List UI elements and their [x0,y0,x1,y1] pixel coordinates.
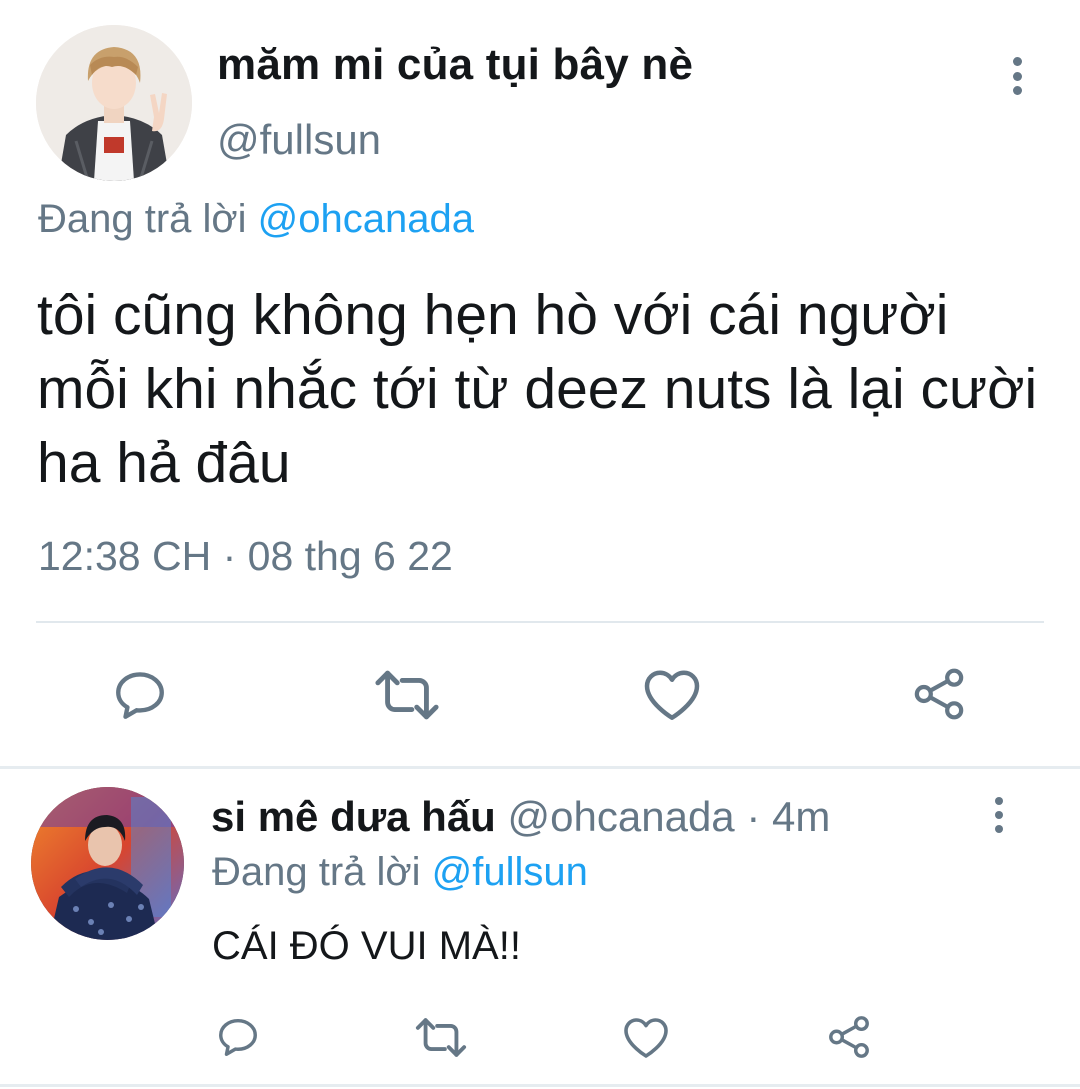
user-handle[interactable]: @fullsun [217,116,381,164]
like-icon[interactable] [622,1015,670,1059]
separator-dot: · [734,793,772,840]
more-options-icon[interactable] [990,797,1008,833]
like-icon[interactable] [642,666,702,722]
replying-prefix: Đang trả lời [38,197,247,241]
reply-icon[interactable] [111,666,169,724]
mention-link[interactable]: @ohcanada [258,197,474,241]
replying-to: Đang trả lời @ohcanada [38,197,474,242]
share-icon[interactable] [910,666,968,722]
reply-header: si mê dưa hấu @ohcanada · 4m [211,793,830,841]
divider [0,1084,1080,1087]
replying-to: Đang trả lời @fullsun [212,850,588,895]
tweet-detail-page: măm mi của tụi bây nè @fullsun Đang trả … [0,0,1080,1089]
more-options-icon[interactable] [1007,57,1027,95]
avatar[interactable] [31,787,184,940]
relative-time[interactable]: 4m [772,793,830,840]
avatar[interactable] [36,25,192,181]
share-icon[interactable] [825,1014,873,1060]
retweet-icon[interactable] [373,668,441,722]
reply-icon[interactable] [215,1014,261,1060]
retweet-icon[interactable] [414,1016,468,1059]
section-divider [0,766,1080,769]
tweet-timestamp[interactable]: 12:38 CH · 08 thg 6 22 [38,533,453,580]
tweet-text: CÁI ĐÓ VUI MÀ!! [212,924,521,968]
replying-prefix: Đang trả lời [212,850,421,894]
mention-link[interactable]: @fullsun [432,850,588,894]
display-name[interactable]: si mê dưa hấu [211,793,496,840]
display-name[interactable]: măm mi của tụi bây nè [217,40,693,90]
divider [36,621,1044,623]
tweet-text: tôi cũng không hẹn hò với cái người mỗi … [37,283,1038,495]
user-handle[interactable]: @ohcanada [508,793,735,840]
